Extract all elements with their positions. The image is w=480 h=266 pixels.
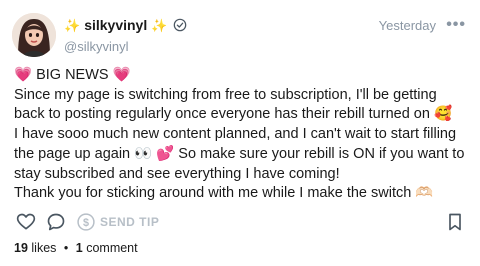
display-name[interactable]: silkyvinyl bbox=[84, 17, 147, 33]
likes-label[interactable]: likes bbox=[31, 241, 56, 255]
more-options-button[interactable]: ••• bbox=[446, 16, 466, 34]
verified-icon bbox=[174, 18, 187, 32]
post-line: Since my page is switching from free to … bbox=[14, 86, 452, 123]
sparkle-icon: ✨ bbox=[151, 17, 168, 33]
post-line: 💗 BIG NEWS 💗 bbox=[14, 67, 131, 83]
post-stats: 19 likes • 1 comment bbox=[14, 241, 138, 255]
send-tip-label: SEND TIP bbox=[100, 215, 160, 229]
comment-icon[interactable] bbox=[46, 212, 66, 232]
sparkle-icon: ✨ bbox=[64, 17, 81, 33]
heart-icon[interactable] bbox=[16, 212, 36, 232]
dollar-icon: $ bbox=[77, 213, 95, 231]
post-body: 💗 BIG NEWS 💗 Since my page is switching … bbox=[14, 66, 466, 204]
avatar[interactable] bbox=[12, 13, 56, 57]
likes-count[interactable]: 19 bbox=[14, 241, 28, 255]
comments-label[interactable]: comment bbox=[86, 241, 137, 255]
post-line: I have sooo much new content planned, an… bbox=[14, 126, 465, 182]
user-handle[interactable]: @silkyvinyl bbox=[64, 39, 187, 54]
post-timestamp[interactable]: Yesterday bbox=[379, 18, 436, 33]
bookmark-icon[interactable] bbox=[446, 212, 464, 232]
stats-separator: • bbox=[63, 241, 69, 255]
post-author: ✨ silkyvinyl ✨ @silkyvinyl bbox=[64, 16, 187, 54]
display-name-row[interactable]: ✨ silkyvinyl ✨ bbox=[64, 16, 187, 34]
post-actions: $ SEND TIP bbox=[14, 210, 466, 234]
post-line: Thank you for sticking around with me wh… bbox=[14, 185, 434, 202]
avatar-image bbox=[12, 13, 56, 57]
svg-text:$: $ bbox=[83, 217, 89, 229]
comments-count[interactable]: 1 bbox=[76, 241, 83, 255]
